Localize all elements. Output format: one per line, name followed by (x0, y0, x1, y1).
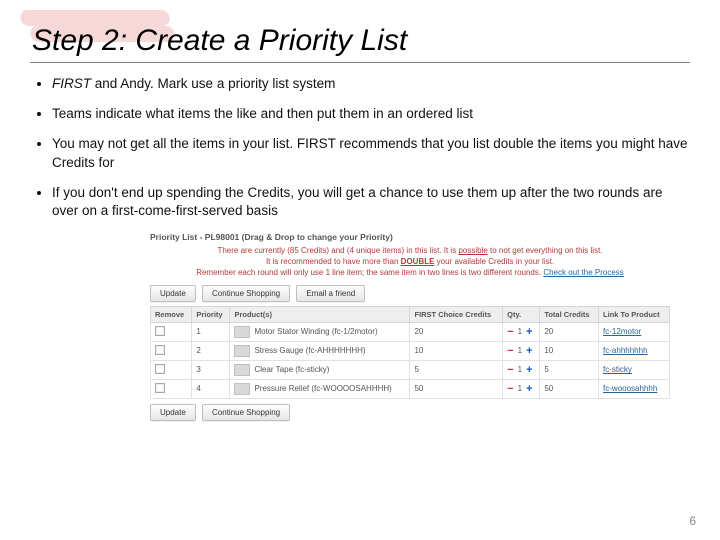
continue-shopping-button[interactable]: Continue Shopping (202, 285, 290, 302)
list-item: Teams indicate what items the like and t… (52, 105, 690, 123)
continue-shopping-button[interactable]: Continue Shopping (202, 404, 290, 421)
qty-minus-icon[interactable]: − (507, 345, 513, 357)
priority-table: Remove Priority Product(s) FIRST Choice … (150, 306, 670, 399)
title-underline (30, 62, 690, 63)
col-link: Link To Product (599, 306, 670, 322)
product-thumb (234, 326, 250, 338)
table-row: 1 Motor Stator Winding (fc-1/2motor) 20 … (151, 322, 670, 341)
email-friend-button[interactable]: Email a friend (296, 285, 365, 302)
cell-first-credits: 20 (410, 322, 503, 341)
cell-product: Stress Gauge (fc-AHHHHHHH) (254, 346, 365, 355)
cell-priority: 3 (192, 360, 230, 379)
qty-minus-icon[interactable]: − (507, 383, 513, 395)
cell-qty: 1 (516, 365, 524, 374)
qty-plus-icon[interactable]: + (526, 383, 532, 395)
update-button[interactable]: Update (150, 404, 196, 421)
cell-total: 10 (540, 341, 599, 360)
col-priority: Priority (192, 306, 230, 322)
cell-first-credits: 10 (410, 341, 503, 360)
warn-possible: possible (458, 246, 487, 255)
bullet-text: and Andy. Mark use a priority list syste… (91, 76, 335, 91)
col-first-credits: FIRST Choice Credits (410, 306, 503, 322)
product-link[interactable]: fc-12motor (603, 327, 641, 336)
cell-product: Clear Tape (fc-sticky) (254, 365, 329, 374)
list-item: You may not get all the items in your li… (52, 135, 690, 171)
cell-qty: 1 (516, 384, 524, 393)
list-item: If you don't end up spending the Credits… (52, 184, 690, 220)
qty-minus-icon[interactable]: − (507, 326, 513, 338)
checkout-link[interactable]: Check out the Process (543, 268, 623, 277)
product-thumb (234, 383, 250, 395)
remove-checkbox[interactable] (155, 345, 165, 355)
emphasis-first: FIRST (52, 76, 91, 91)
button-row-bottom: Update Continue Shopping (150, 404, 670, 421)
col-product: Product(s) (230, 306, 410, 322)
bullet-text: You may not get all the items in your li… (52, 136, 688, 169)
table-row: 3 Clear Tape (fc-sticky) 5 − 1 + 5 fc-st… (151, 360, 670, 379)
slide-title: Step 2: Create a Priority List (32, 24, 690, 58)
remove-checkbox[interactable] (155, 326, 165, 336)
warn-double: DOUBLE (401, 257, 435, 266)
cell-priority: 4 (192, 379, 230, 398)
warn-line2a: It is recommended to have more than (266, 257, 401, 266)
qty-plus-icon[interactable]: + (526, 326, 532, 338)
cell-first-credits: 50 (410, 379, 503, 398)
cell-priority: 1 (192, 322, 230, 341)
product-link[interactable]: fc-sticky (603, 365, 632, 374)
warning-text: There are currently (85 Credits) and (4 … (150, 246, 670, 278)
cell-product: Motor Stator Winding (fc-1/2motor) (254, 327, 377, 336)
priority-list-header: Priority List - PL98001 (Drag & Drop to … (150, 232, 670, 242)
bullet-list: FIRST and Andy. Mark use a priority list… (30, 75, 690, 220)
slide: Step 2: Create a Priority List FIRST and… (0, 0, 720, 540)
warn-line3a: Remember each round will only use 1 line… (196, 268, 543, 277)
col-remove: Remove (151, 306, 192, 322)
cell-total: 20 (540, 322, 599, 341)
warn-line2b: your available Credits in your list. (434, 257, 554, 266)
product-link[interactable]: fc-ahhhhhhh (603, 346, 647, 355)
cell-product: Pressure Relief (fc-WOOOOSAHHHH) (254, 384, 391, 393)
product-thumb (234, 364, 250, 376)
col-total-credits: Total Credits (540, 306, 599, 322)
qty-plus-icon[interactable]: + (526, 364, 532, 376)
cell-priority: 2 (192, 341, 230, 360)
remove-checkbox[interactable] (155, 383, 165, 393)
cell-first-credits: 5 (410, 360, 503, 379)
bullet-text: Teams indicate what items the like and t… (52, 106, 473, 121)
cell-qty: 1 (516, 327, 524, 336)
update-button[interactable]: Update (150, 285, 196, 302)
qty-plus-icon[interactable]: + (526, 345, 532, 357)
cell-total: 5 (540, 360, 599, 379)
product-thumb (234, 345, 250, 357)
table-row: 4 Pressure Relief (fc-WOOOOSAHHHH) 50 − … (151, 379, 670, 398)
warn-line1c: to not get everything on this list. (488, 246, 603, 255)
button-row-top: Update Continue Shopping Email a friend (150, 285, 670, 302)
product-link[interactable]: fc-wooosahhhh (603, 384, 657, 393)
bullet-text: If you don't end up spending the Credits… (52, 185, 662, 218)
qty-minus-icon[interactable]: − (507, 364, 513, 376)
warn-line1a: There are currently (85 Credits) and (4 … (217, 246, 458, 255)
list-item: FIRST and Andy. Mark use a priority list… (52, 75, 690, 93)
cell-total: 50 (540, 379, 599, 398)
embedded-screenshot: Priority List - PL98001 (Drag & Drop to … (150, 232, 670, 420)
col-qty: Qty. (503, 306, 540, 322)
table-header-row: Remove Priority Product(s) FIRST Choice … (151, 306, 670, 322)
table-row: 2 Stress Gauge (fc-AHHHHHHH) 10 − 1 + 10… (151, 341, 670, 360)
page-number: 6 (689, 514, 696, 528)
cell-qty: 1 (516, 346, 524, 355)
remove-checkbox[interactable] (155, 364, 165, 374)
